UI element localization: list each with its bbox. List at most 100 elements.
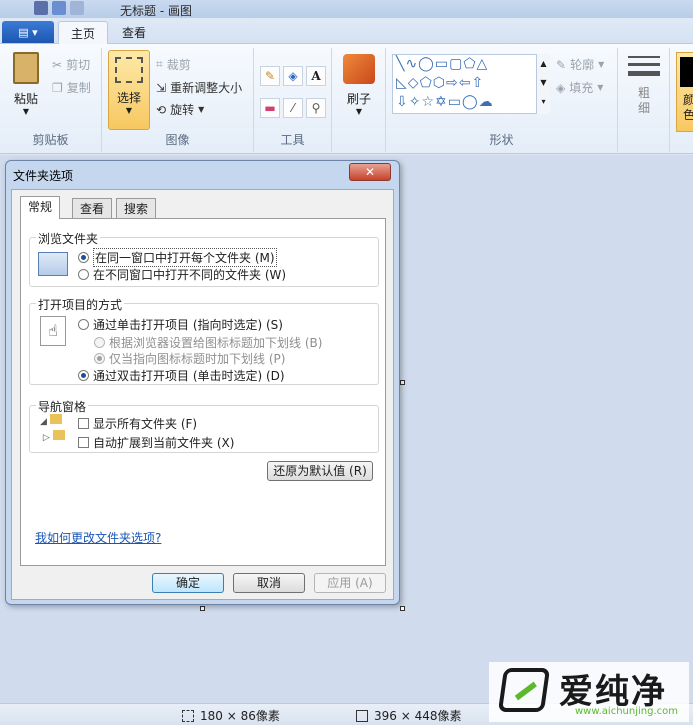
radio-button[interactable] xyxy=(78,252,89,263)
polygon-shape-icon[interactable]: ⬠ xyxy=(463,56,476,72)
undo-icon[interactable] xyxy=(52,1,66,15)
down-arrow-shape-icon[interactable]: ⇩ xyxy=(396,94,409,110)
checkbox[interactable] xyxy=(78,418,89,429)
help-link[interactable]: 我如何更改文件夹选项? xyxy=(35,529,161,546)
radio-button[interactable] xyxy=(94,337,105,348)
curve-shape-icon[interactable]: ∿ xyxy=(405,56,418,72)
radio-point-underline[interactable]: 仅当指向图标标题时加下划线 (P) xyxy=(94,350,285,367)
cancel-button[interactable]: 取消 xyxy=(233,573,305,593)
scissors-icon: ✂ xyxy=(52,57,63,72)
group-legend: 打开项目的方式 xyxy=(36,296,125,313)
brushes-button[interactable]: 刷子 ▼ xyxy=(338,54,380,116)
click-items-group: 打开项目的方式 ☝ 通过单击打开项目 (指向时选定) (S) 根据浏览器设置给图… xyxy=(29,296,379,385)
chevron-down-icon: ▼ xyxy=(598,60,605,69)
copy-button[interactable]: ❐ 复制 xyxy=(52,79,91,96)
tab-view[interactable]: 查看 xyxy=(110,21,158,45)
canvas-resize-handle-corner[interactable] xyxy=(400,606,405,611)
rounded-rect-shape-icon[interactable]: ▢ xyxy=(449,56,463,72)
callout-shape-icon[interactable]: ▭ xyxy=(448,94,462,110)
star5-shape-icon[interactable]: ☆ xyxy=(421,94,435,110)
window-title: 无标题 - 画图 xyxy=(120,4,192,18)
radio-button[interactable] xyxy=(78,269,89,280)
rectangle-shape-icon[interactable]: ▭ xyxy=(435,56,449,72)
shapes-scroll[interactable]: ▲ ▼ ▾ xyxy=(536,54,550,114)
outline-button[interactable]: ✎ 轮廓 ▼ xyxy=(556,56,604,73)
clipboard-group: 粘贴 ▼ ✂ 剪切 ❐ 复制 剪贴板 xyxy=(0,48,102,152)
radio-same-window[interactable]: 在同一窗口中打开每个文件夹 (M) xyxy=(78,248,277,267)
oval-callout-shape-icon[interactable]: ◯ xyxy=(462,94,479,110)
folder-options-dialog: 文件夹选项 ✕ 常规 查看 搜索 浏览文件夹 在同一窗口中打开每个文件夹 (M)… xyxy=(5,160,400,605)
selection-icon xyxy=(115,57,143,83)
eraser-icon[interactable]: ▬ xyxy=(260,98,280,118)
select-button[interactable]: 选择 ▼ xyxy=(108,50,150,130)
paste-button[interactable]: 粘贴 ▼ xyxy=(6,52,46,116)
oval-shape-icon[interactable]: ◯ xyxy=(418,56,435,72)
checkbox[interactable] xyxy=(78,437,89,448)
radio-browser-underline[interactable]: 根据浏览器设置给图标标题加下划线 (B) xyxy=(94,334,322,351)
canvas-resize-handle-bottom[interactable] xyxy=(200,606,205,611)
radio-double-click[interactable]: 通过双击打开项目 (单击时选定) (D) xyxy=(78,367,285,384)
redo-icon[interactable] xyxy=(70,1,84,15)
radio-new-window[interactable]: 在不同窗口中打开不同的文件夹 (W) xyxy=(78,266,286,283)
star6-shape-icon[interactable]: ✡ xyxy=(435,94,448,110)
right-arrow-shape-icon[interactable]: ⇨ xyxy=(446,75,459,91)
radio-single-click[interactable]: 通过单击打开项目 (指向时选定) (S) xyxy=(78,316,283,333)
fill-bucket-icon[interactable]: ◈ xyxy=(283,66,303,86)
color1-button[interactable]: 颜色 xyxy=(676,52,693,132)
tab-view[interactable]: 查看 xyxy=(72,198,113,218)
resize-button[interactable]: ⇲ 重新调整大小 xyxy=(156,79,242,96)
shapes-gallery[interactable]: ╲∿◯▭▢⬠△ ◺◇⬠⬡⇨⇦⇧ ⇩✧☆✡▭◯☁ xyxy=(392,54,550,114)
group-label: 图像 xyxy=(165,133,190,147)
canvas-size-icon xyxy=(356,709,368,722)
rotate-button[interactable]: ⟲ 旋转 ▼ xyxy=(156,101,204,118)
cut-button[interactable]: ✂ 剪切 xyxy=(52,56,90,73)
crop-icon: ⌗ xyxy=(156,57,163,71)
star4-shape-icon[interactable]: ✧ xyxy=(409,94,422,110)
triangle-shape-icon[interactable]: △ xyxy=(476,56,488,72)
radio-button[interactable] xyxy=(94,353,105,364)
tab-search[interactable]: 搜索 xyxy=(116,198,157,218)
selection-size-icon xyxy=(182,709,194,722)
hexagon-shape-icon[interactable]: ⬡ xyxy=(433,75,446,91)
save-icon[interactable] xyxy=(34,1,48,15)
tab-home[interactable]: 主页 xyxy=(58,21,109,45)
chevron-down-icon: ▼ xyxy=(125,106,133,115)
group-label: 剪贴板 xyxy=(32,133,69,147)
checkbox-show-all-folders[interactable]: 显示所有文件夹 (F) xyxy=(78,415,197,432)
close-button[interactable]: ✕ xyxy=(349,163,391,181)
app-menu-button[interactable]: ▤ ▾ xyxy=(2,21,54,43)
up-arrow-shape-icon[interactable]: ⇧ xyxy=(471,75,484,91)
canvas-resize-handle-right[interactable] xyxy=(400,380,405,385)
text-tool-icon[interactable]: A xyxy=(306,66,326,86)
checkbox-auto-expand[interactable]: 自动扩展到当前文件夹 (X) xyxy=(78,434,234,451)
tab-general[interactable]: 常规 xyxy=(20,196,61,219)
selection-size-status: 180 × 86像素 xyxy=(182,707,280,724)
ok-button[interactable]: 确定 xyxy=(152,573,224,593)
line-width-icon xyxy=(628,56,660,76)
crop-button[interactable]: ⌗ 裁剪 xyxy=(156,56,191,73)
left-arrow-shape-icon[interactable]: ⇦ xyxy=(459,75,472,91)
pointer-icon: ☝ xyxy=(40,316,66,346)
color-picker-icon[interactable]: ⁄ xyxy=(283,98,303,118)
fill-button[interactable]: ◈ 填充 ▼ xyxy=(556,79,603,96)
general-tab-panel: 浏览文件夹 在同一窗口中打开每个文件夹 (M) 在不同窗口中打开不同的文件夹 (… xyxy=(20,218,386,566)
chevron-down-icon: ▼ xyxy=(198,105,205,114)
shapes-group: ╲∿◯▭▢⬠△ ◺◇⬠⬡⇨⇦⇧ ⇩✧☆✡▭◯☁ ▲ ▼ ▾ ✎ 轮廓 ▼ ◈ 填充 … xyxy=(386,48,618,152)
cloud-callout-shape-icon[interactable]: ☁ xyxy=(479,94,494,110)
watermark-logo-icon xyxy=(497,668,551,712)
radio-button[interactable] xyxy=(78,319,89,330)
pencil-icon[interactable]: ✎ xyxy=(260,66,280,86)
diamond-shape-icon[interactable]: ◇ xyxy=(408,75,420,91)
dialog-title: 文件夹选项 xyxy=(13,169,74,183)
right-triangle-shape-icon[interactable]: ◺ xyxy=(396,75,408,91)
magnifier-icon[interactable]: ⚲ xyxy=(306,98,326,118)
restore-defaults-button[interactable]: 还原为默认值 (R) xyxy=(267,461,373,481)
size-button[interactable]: 粗细 xyxy=(622,52,666,116)
group-label: 工具 xyxy=(280,133,305,147)
ribbon: 粘贴 ▼ ✂ 剪切 ❐ 复制 剪贴板 选择 ▼ ⌗ 裁剪 ⇲ 重新调整大小 ⟲ … xyxy=(0,44,693,154)
pentagon-shape-icon[interactable]: ⬠ xyxy=(420,75,433,91)
apply-button[interactable]: 应用 (A) xyxy=(314,573,386,593)
radio-button[interactable] xyxy=(78,370,89,381)
dialog-body: 常规 查看 搜索 浏览文件夹 在同一窗口中打开每个文件夹 (M) 在不同窗口中打… xyxy=(11,189,394,600)
brush-icon xyxy=(343,54,375,84)
